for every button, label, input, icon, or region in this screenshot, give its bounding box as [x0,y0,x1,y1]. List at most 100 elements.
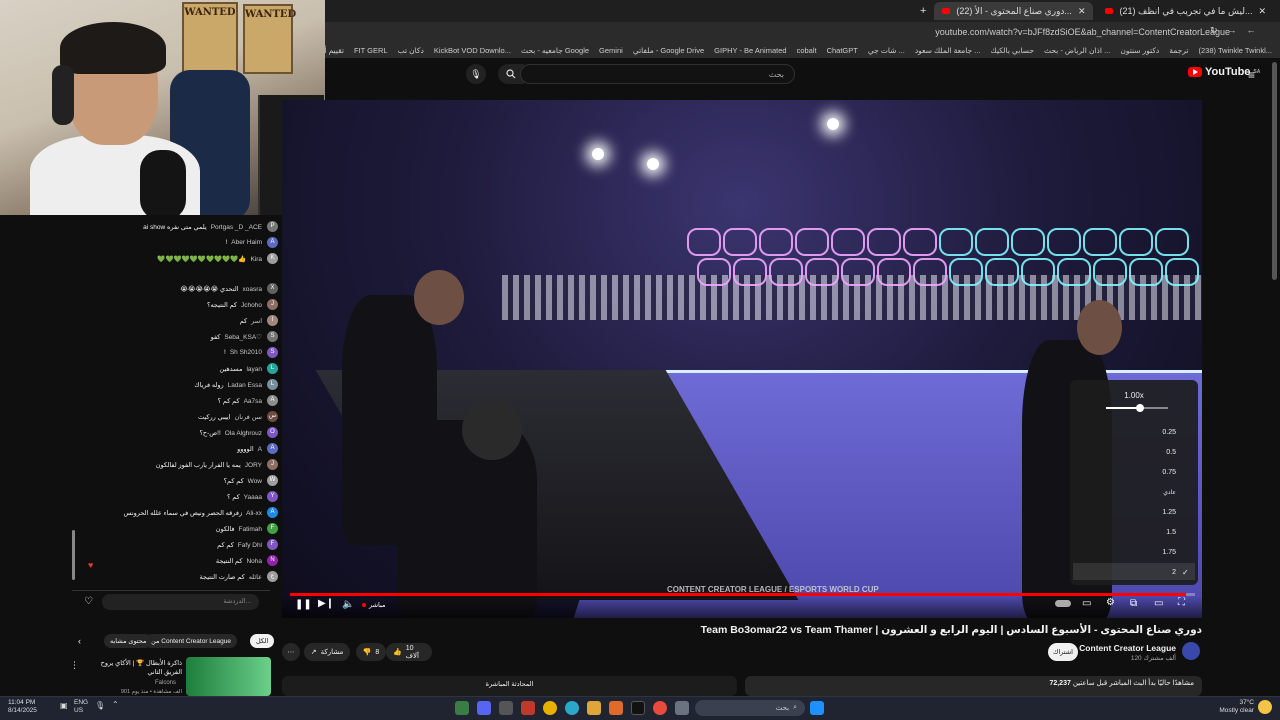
speed-option[interactable]: 1.5 [1166,529,1176,536]
chat-author[interactable]: Noha [246,558,262,565]
windows-start-icon[interactable] [810,701,824,715]
chat-avatar[interactable]: L [267,379,278,390]
share-button[interactable]: ↗ مشاركة [304,643,350,661]
settings-app-icon[interactable] [499,701,513,715]
chat-author[interactable]: Sh Sh2010 [230,349,262,356]
live-badge[interactable]: مباشر [362,601,385,609]
clock[interactable]: 11:04 PM 8/14/2025 [8,699,37,715]
chat-author[interactable]: Ladan Essa [228,382,262,389]
fullscreen-icon[interactable]: ⛶ [1178,597,1185,608]
bookmark-item[interactable]: FIT GERL [354,46,388,55]
heart-icon[interactable]: ♡ [84,596,93,607]
speed-option[interactable]: 1.25 [1162,509,1176,516]
chevron-up-icon[interactable]: ⌃ [112,701,119,709]
chat-author[interactable]: Fafy Dhl [238,542,262,549]
chip-from-channel[interactable]: من Content Creator League [145,634,237,648]
subtitles-icon[interactable]: ▭ [1082,598,1091,609]
app-icon[interactable] [477,701,491,715]
bookmark-item[interactable]: (238) Twinkle Twinkl... [1198,46,1272,55]
chat-author[interactable]: JORY [245,462,262,469]
next-button[interactable]: ▶❙ [318,598,334,609]
bookmark-item[interactable]: اذان الرياض - بحث ... [1044,46,1110,55]
chat-avatar[interactable]: A [267,443,278,454]
video-player[interactable]: CONTENT CREATOR LEAGUE / ESPORTS WORLD C… [282,100,1202,618]
bookmark-item[interactable]: cobalt [797,46,817,55]
new-tab-button[interactable]: + [916,5,930,17]
chat-avatar[interactable]: س [267,411,278,422]
chat-avatar[interactable]: O [267,427,278,438]
pause-button[interactable]: ❚❚ [295,599,312,610]
close-icon[interactable]: ✕ [1078,6,1086,17]
bookmark-item[interactable]: ترجمة [1169,46,1188,55]
bookmark-item[interactable]: دكان تب [398,46,424,55]
back-icon[interactable]: ← [1247,25,1266,35]
chat-scrollbar[interactable] [72,530,75,580]
weather-widget[interactable]: 37°C Mostly clear [1210,699,1254,715]
speed-option[interactable]: 0.5 [1166,449,1176,456]
chat-author[interactable]: Aber Haim [231,239,262,246]
notifications-icon[interactable]: ▣ [60,702,68,710]
chat-author[interactable]: اسر [251,317,262,325]
file-explorer-icon[interactable] [587,701,601,715]
chat-author[interactable]: Jchoho [241,302,262,309]
chat-avatar[interactable]: S [267,347,278,358]
speed-slider[interactable] [1106,404,1168,412]
speed-option[interactable]: 0.25 [1162,429,1176,436]
chat-author[interactable]: A [258,446,262,453]
app-icon[interactable] [675,701,689,715]
bookmark-item[interactable]: تقييم أول [325,46,344,55]
chat-author[interactable]: سن فرنان [235,413,262,421]
chevron-left-icon[interactable]: ‹ [78,636,81,646]
chat-avatar[interactable]: A [267,237,278,248]
refresh-icon[interactable]: ↻ [1210,25,1228,35]
chat-avatar[interactable]: N [267,555,278,566]
bookmark-item[interactable]: شات جي ... [868,46,905,55]
more-actions-button[interactable]: ⋯ [282,643,300,661]
taskbar-search[interactable]: بحث ⌕ [695,700,805,716]
search-input[interactable]: بحث [520,64,795,84]
chat-author[interactable]: Portgas _D _ACE [211,224,262,231]
related-thumbnail[interactable] [186,657,271,696]
chat-author[interactable]: Aa7sa [244,398,262,405]
chat-avatar[interactable]: F [267,539,278,550]
speed-option[interactable]: 1.75 [1162,549,1176,556]
forward-icon[interactable]: → [1228,25,1247,35]
like-button[interactable]: 👍 10 آلاف [386,643,432,661]
app-icon[interactable] [455,701,469,715]
miniplayer-icon[interactable]: ⧉ [1130,598,1137,609]
chat-avatar[interactable]: Y [267,491,278,502]
app-icon[interactable] [521,701,535,715]
language-indicator[interactable]: ENG US [74,699,88,715]
dislike-button[interactable]: 👎 8 [356,643,386,661]
chat-avatar[interactable]: P [267,221,278,232]
chat-avatar[interactable]: ع [267,571,278,582]
theater-mode-icon[interactable]: ▭ [1154,598,1163,609]
bookmark-item[interactable]: جامعة الملك سعود ... [915,46,981,55]
subscribe-button[interactable]: اشتراك [1048,643,1078,661]
bookmark-item[interactable]: دكتور سنتون [1120,46,1159,55]
chat-avatar[interactable]: X [267,283,278,294]
chat-avatar[interactable]: K [267,253,278,264]
chat-author[interactable]: Kira [250,256,262,263]
bookmark-item[interactable]: جامعيه - بحث Google [521,46,589,55]
speed-option[interactable]: 0.75 [1162,469,1176,476]
chat-avatar[interactable]: A [267,507,278,518]
speed-option[interactable]: عادي [1163,489,1176,496]
tiktok-icon[interactable] [631,701,645,715]
settings-gear-icon[interactable]: ⚙ [1106,597,1115,608]
app-icon[interactable] [565,701,579,715]
chrome-icon[interactable] [653,701,667,715]
chat-author[interactable]: Wow [248,478,262,485]
chat-avatar[interactable]: ا [267,315,278,326]
chat-avatar[interactable]: J [267,459,278,470]
chat-author[interactable]: Ali-xx [246,510,262,517]
chip-related[interactable]: محتوى مشابه [104,634,153,648]
description-box[interactable]: 72,237 مشاهدًا حاليًا بدأ البث المباشر ق… [745,676,1202,696]
related-title[interactable]: ذاكرة الأبطال 🏆 | الأكاي يروح الفريق الث… [82,659,182,677]
close-icon[interactable]: ✕ [1258,6,1266,17]
bookmark-item[interactable]: KickBot VOD Downlo... [434,46,511,55]
chat-avatar[interactable]: S [267,331,278,342]
volume-icon[interactable]: 🔈 [342,599,354,610]
chat-avatar[interactable]: J [267,299,278,310]
bookmark-item[interactable]: حسابي بالكيك [991,46,1034,55]
